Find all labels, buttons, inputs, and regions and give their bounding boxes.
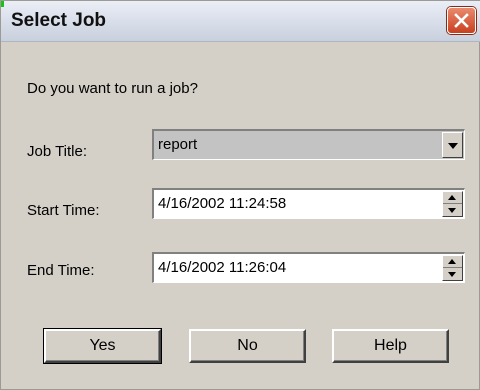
job-title-select[interactable]: report	[152, 129, 465, 160]
end-time-label: End Time:	[27, 262, 95, 279]
start-time-spin-down[interactable]	[443, 205, 462, 217]
help-button[interactable]: Help	[332, 329, 449, 363]
close-icon	[454, 13, 469, 28]
chevron-down-icon	[448, 143, 458, 149]
window-title: Select Job	[11, 10, 107, 31]
end-time-spin-up[interactable]	[443, 256, 462, 268]
start-time-field[interactable]: 4/16/2002 11:24:58	[152, 188, 465, 219]
yes-button[interactable]: Yes	[43, 328, 162, 364]
job-title-label: Job Title:	[27, 143, 88, 160]
spin-up-icon	[448, 195, 456, 200]
no-button[interactable]: No	[189, 329, 306, 363]
spin-down-icon	[448, 272, 456, 277]
end-time-spin-down[interactable]	[443, 269, 462, 281]
job-title-dropdown-button[interactable]	[442, 132, 463, 158]
spin-down-icon	[448, 208, 456, 213]
start-time-spinner[interactable]	[442, 191, 463, 217]
start-time-spin-up[interactable]	[443, 192, 462, 204]
start-time-value: 4/16/2002 11:24:58	[158, 195, 287, 212]
end-time-value: 4/16/2002 11:26:04	[158, 259, 287, 276]
job-title-value: report	[158, 136, 198, 153]
corner-mark	[1, 1, 4, 7]
prompt-text: Do you want to run a job?	[27, 80, 198, 97]
end-time-field[interactable]: 4/16/2002 11:26:04	[152, 252, 465, 283]
close-button[interactable]	[447, 7, 476, 34]
start-time-label: Start Time:	[27, 202, 100, 219]
select-job-dialog: Select Job Do you want to run a job? Job…	[0, 0, 480, 390]
spin-up-icon	[448, 259, 456, 264]
end-time-spinner[interactable]	[442, 255, 463, 281]
title-bar[interactable]: Select Job	[1, 1, 480, 42]
